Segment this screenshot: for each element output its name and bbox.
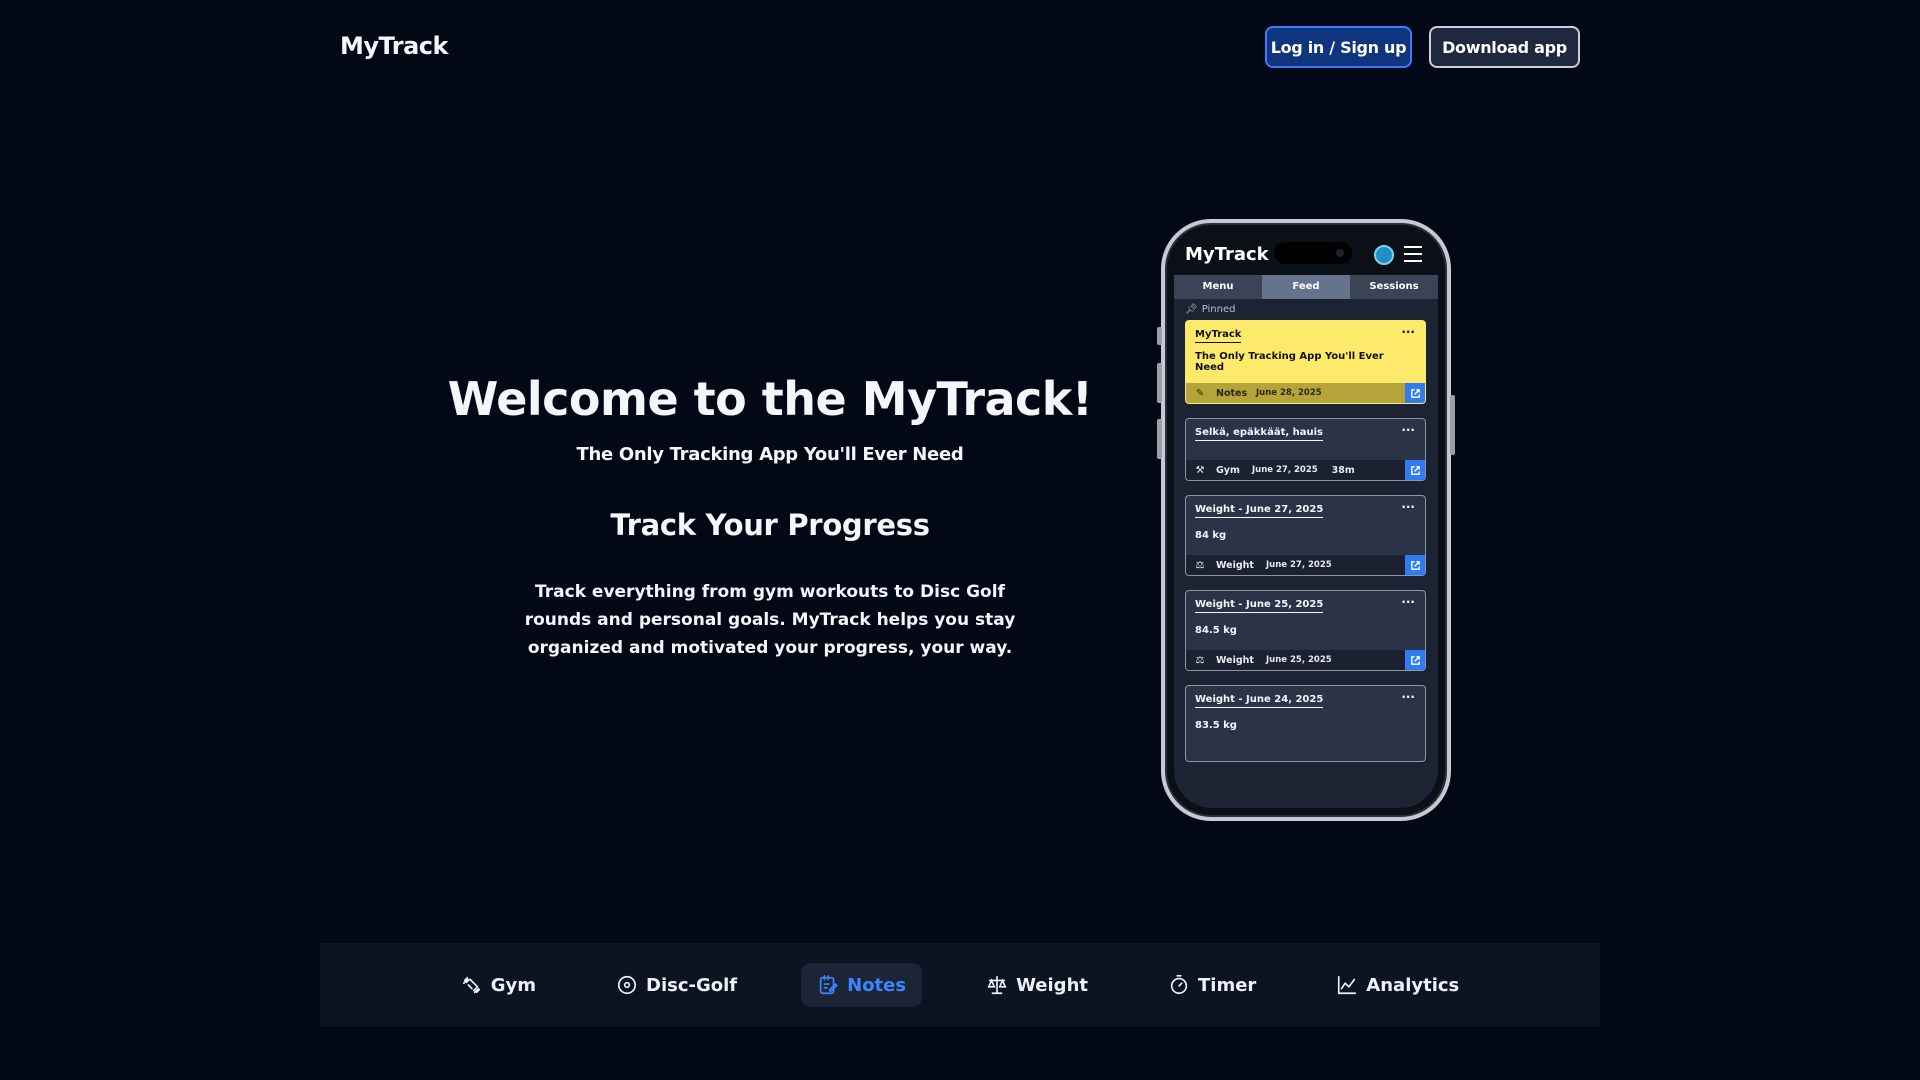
feed-card[interactable]: Weight - June 27, 2025 ··· 84 kg ⚖ Weigh… xyxy=(1185,495,1426,576)
card-title: Weight - June 25, 2025 xyxy=(1186,591,1332,613)
app-logo-icon[interactable] xyxy=(1374,245,1394,265)
scale-icon xyxy=(987,975,1007,995)
dynamic-island xyxy=(1274,242,1352,264)
card-title: MyTrack xyxy=(1186,321,1250,343)
nav-label: Gym xyxy=(490,974,537,996)
card-footer: ⚖ Weight June 25, 2025 xyxy=(1186,650,1425,670)
phone-screen: MyTrack Menu Feed Sessions 📌︎ Pinned MyT… xyxy=(1174,232,1438,808)
login-signup-button[interactable]: Log in / Sign up xyxy=(1265,26,1412,68)
feed-card[interactable]: MyTrack ··· The Only Tracking App You'll… xyxy=(1185,320,1426,404)
card-body: 84.5 kg xyxy=(1195,625,1237,636)
card-date: June 28, 2025 xyxy=(1256,388,1322,398)
nav-item-weight[interactable]: Weight xyxy=(970,963,1104,1007)
nav-item-gym[interactable]: Gym xyxy=(445,963,552,1007)
nav-item-notes[interactable]: Notes xyxy=(801,963,923,1007)
open-link-icon[interactable] xyxy=(1405,650,1425,670)
card-title-text: Weight - June 27, 2025 xyxy=(1195,504,1324,518)
card-title: Selkä, epäkkäät, hauis xyxy=(1186,419,1332,441)
app-tabs: Menu Feed Sessions xyxy=(1174,275,1438,299)
nav-label: Timer xyxy=(1198,974,1257,996)
phone-side-button xyxy=(1450,395,1455,455)
nav-label: Disc-Golf xyxy=(646,974,738,996)
more-options-icon[interactable]: ··· xyxy=(1401,325,1415,339)
more-options-icon[interactable]: ··· xyxy=(1401,500,1415,514)
nav-label: Notes xyxy=(847,974,907,996)
scale-icon: ⚖ xyxy=(1195,654,1205,666)
app-title: MyTrack xyxy=(1185,244,1269,265)
pin-icon: 📌︎ xyxy=(1185,304,1198,315)
pinned-label: Pinned xyxy=(1201,304,1236,315)
phone-mockup: MyTrack Menu Feed Sessions 📌︎ Pinned MyT… xyxy=(1157,219,1455,821)
more-options-icon[interactable]: ··· xyxy=(1401,595,1415,609)
phone-side-button xyxy=(1157,363,1162,403)
hero-title: Welcome to the MyTrack! xyxy=(447,372,1093,426)
gym-icon: ⚒ xyxy=(1195,464,1205,476)
phone-side-button xyxy=(1157,419,1162,459)
app-header: MyTrack xyxy=(1174,232,1438,275)
download-app-button[interactable]: Download app xyxy=(1429,26,1580,68)
card-body: 84 kg xyxy=(1195,530,1227,541)
tab-menu[interactable]: Menu xyxy=(1174,275,1262,299)
pinned-section-label: 📌︎ Pinned xyxy=(1185,299,1426,320)
nav-label: Weight xyxy=(1016,974,1088,996)
card-title-text: Selkä, epäkkäät, hauis xyxy=(1195,427,1324,441)
card-body: The Only Tracking App You'll Ever Need xyxy=(1195,351,1384,373)
open-link-icon[interactable] xyxy=(1405,460,1425,480)
disc-icon xyxy=(617,975,637,995)
card-date: June 27, 2025 xyxy=(1266,560,1332,570)
feed-card[interactable]: Selkä, epäkkäät, hauis ··· ⚒ Gym June 27… xyxy=(1185,418,1426,481)
nav-label: Analytics xyxy=(1366,974,1460,996)
tab-sessions[interactable]: Sessions xyxy=(1350,275,1438,299)
card-category: Weight xyxy=(1216,654,1254,666)
hero-subtitle: The Only Tracking App You'll Ever Need xyxy=(576,444,964,465)
card-date: June 25, 2025 xyxy=(1266,655,1332,665)
notes-icon: ✎ xyxy=(1195,387,1205,399)
brand-logo[interactable]: MyTrack xyxy=(340,32,448,60)
open-link-icon[interactable] xyxy=(1405,383,1425,403)
dumbbell-icon xyxy=(462,976,480,994)
nav-item-analytics[interactable]: Analytics xyxy=(1320,963,1475,1007)
notes-icon xyxy=(819,975,839,995)
more-options-icon[interactable]: ··· xyxy=(1401,690,1415,704)
tab-feed[interactable]: Feed xyxy=(1262,275,1350,299)
more-options-icon[interactable]: ··· xyxy=(1401,423,1415,437)
card-title-text: MyTrack xyxy=(1195,329,1242,343)
scale-icon: ⚖ xyxy=(1195,559,1205,571)
card-title-text: Weight - June 25, 2025 xyxy=(1195,599,1324,613)
card-footer: ✎ Notes June 28, 2025 xyxy=(1186,383,1425,403)
feed-card[interactable]: Weight - June 25, 2025 ··· 84.5 kg ⚖ Wei… xyxy=(1185,590,1426,671)
chart-icon xyxy=(1338,975,1357,995)
card-title: Weight - June 27, 2025 xyxy=(1186,496,1332,518)
nav-item-timer[interactable]: Timer xyxy=(1152,963,1272,1007)
open-link-icon[interactable] xyxy=(1405,555,1425,575)
timer-icon xyxy=(1170,975,1188,995)
card-date: June 27, 2025 xyxy=(1252,465,1318,475)
hamburger-menu-icon[interactable] xyxy=(1404,246,1422,262)
card-footer: ⚒ Gym June 27, 2025 38m xyxy=(1186,460,1425,480)
card-body: 83.5 kg xyxy=(1195,720,1237,731)
nav-item-disc-golf[interactable]: Disc-Golf xyxy=(600,963,753,1007)
card-category: Notes xyxy=(1216,387,1248,399)
card-title-text: Weight - June 24, 2025 xyxy=(1195,694,1324,708)
card-category: Gym xyxy=(1216,464,1240,476)
hero-description: Track everything from gym workouts to Di… xyxy=(524,582,1016,658)
card-footer: ⚖ Weight June 27, 2025 xyxy=(1186,555,1425,575)
feed-card[interactable]: Weight - June 24, 2025 ··· 83.5 kg xyxy=(1185,685,1426,762)
feed-list: 📌︎ Pinned MyTrack ··· The Only Tracking … xyxy=(1174,299,1438,762)
card-category: Weight xyxy=(1216,559,1254,571)
card-body xyxy=(1186,439,1425,460)
phone-side-button xyxy=(1157,327,1162,345)
hero-heading: Track Your Progress xyxy=(610,508,930,542)
card-title: Weight - June 24, 2025 xyxy=(1186,686,1332,708)
card-duration: 38m xyxy=(1331,464,1355,476)
feature-nav: Gym Disc-Golf Notes Weight Timer Analyti… xyxy=(320,943,1600,1027)
